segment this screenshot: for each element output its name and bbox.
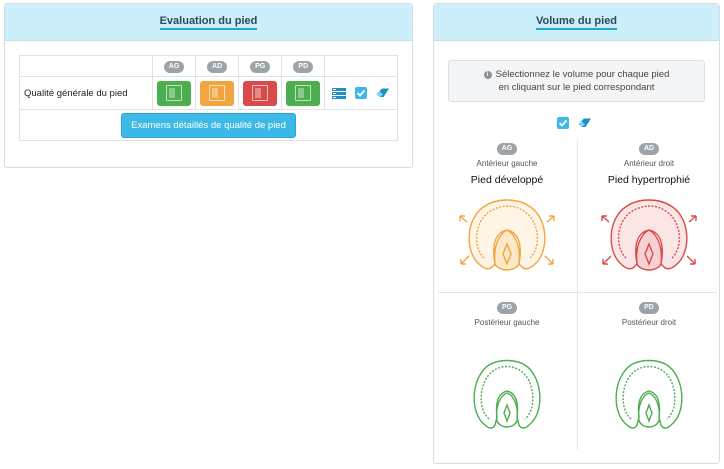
evaluation-panel-header: Evaluation du pied: [5, 4, 412, 41]
info-message: i Sélectionnez le volume pour chaque pied…: [448, 60, 705, 102]
evaluation-panel: Evaluation du pied AG AD PG PD Qualité g…: [4, 3, 413, 168]
quadrant-state-ag: Pied développé: [470, 174, 544, 186]
quality-selector-ad[interactable]: [200, 80, 235, 106]
volume-panel: Volume du pied i Sélectionnez le volume p…: [433, 3, 720, 464]
column-header-pg: PG: [238, 55, 283, 77]
info-icon: i: [483, 71, 492, 79]
column-header-ag: AG: [151, 55, 197, 77]
foot-normal-icon[interactable]: [599, 347, 699, 437]
quadrant-pg[interactable]: PG Postérieur gauche: [437, 301, 577, 440]
quadrant-state-ad: Pied hypertrophié: [607, 174, 691, 186]
book-icon: [295, 85, 312, 101]
badge-ag: AG: [163, 60, 185, 73]
badge-pg: PG: [496, 302, 518, 314]
badge-pd: PD: [293, 60, 314, 73]
eraser-icon[interactable]: [376, 87, 390, 99]
quality-cell-ag: [151, 76, 197, 110]
column-header-pd: PD: [281, 55, 326, 77]
quality-row-label: Qualité générale du pied: [19, 76, 153, 110]
foot-normal-icon[interactable]: [457, 347, 557, 437]
book-icon: [209, 85, 226, 101]
quality-tools-cell: [324, 76, 398, 110]
quality-cell-pd: [281, 76, 326, 110]
quality-header-row: AG AD PG PD: [19, 55, 398, 77]
exam-button-cell: Examens détaillés de qualité de pied: [19, 109, 398, 141]
eraser-icon[interactable]: [578, 117, 592, 129]
quadrant-pd[interactable]: PD Postérieur droit: [579, 301, 719, 440]
badge-ad: AD: [638, 143, 660, 155]
exam-button-row: Examens détaillés de qualité de pied: [19, 109, 398, 141]
volume-panel-header: Volume du pied: [434, 4, 719, 41]
badge-pg: PG: [250, 60, 271, 73]
volume-tools: [556, 117, 592, 129]
empty-header-cell: [19, 55, 153, 77]
quality-selector-ag[interactable]: [157, 80, 192, 106]
quality-selector-pd[interactable]: [286, 80, 321, 106]
volume-panel-title: Volume du pied: [535, 15, 618, 30]
quality-cell-ad: [195, 76, 240, 110]
quadrant-label-ag: Antérieur gauche: [476, 159, 538, 168]
badge-ag: AG: [496, 143, 518, 155]
quadrant-divider-horizontal: [438, 292, 716, 293]
detailed-exams-button[interactable]: Examens détaillés de qualité de pied: [121, 112, 296, 138]
check-all-icon[interactable]: [354, 87, 368, 99]
list-icon[interactable]: [332, 87, 347, 99]
quadrant-label-pd: Postérieur droit: [621, 318, 677, 327]
quality-selector-pg[interactable]: [243, 80, 278, 106]
evaluation-panel-title: Evaluation du pied: [159, 15, 258, 30]
book-icon: [252, 85, 269, 101]
quadrant-ag[interactable]: AG Antérieur gauche Pied développé: [437, 142, 577, 285]
quadrant-ad[interactable]: AD Antérieur droit Pied hypertrophié: [579, 142, 719, 285]
badge-ad: AD: [207, 60, 228, 73]
info-line-1: Sélectionnez le volume pour chaque pied: [495, 69, 670, 80]
quadrant-label-pg: Postérieur gauche: [474, 318, 540, 327]
quality-table: AG AD PG PD Qualité générale du pied Exa…: [19, 55, 398, 141]
quadrant-label-ad: Antérieur droit: [623, 159, 675, 168]
foot-developed-icon[interactable]: [457, 192, 557, 282]
quality-row: Qualité générale du pied: [19, 76, 398, 110]
info-line-2: en cliquant sur le pied correspondant: [498, 82, 655, 93]
book-icon: [166, 85, 183, 101]
foot-hypertrophied-icon[interactable]: [599, 192, 699, 282]
badge-pd: PD: [639, 302, 659, 314]
quality-cell-pg: [238, 76, 283, 110]
column-header-ad: AD: [195, 55, 240, 77]
tools-header-cell: [324, 55, 398, 77]
quadrant-divider-vertical: [577, 140, 578, 450]
check-all-icon[interactable]: [556, 117, 570, 129]
